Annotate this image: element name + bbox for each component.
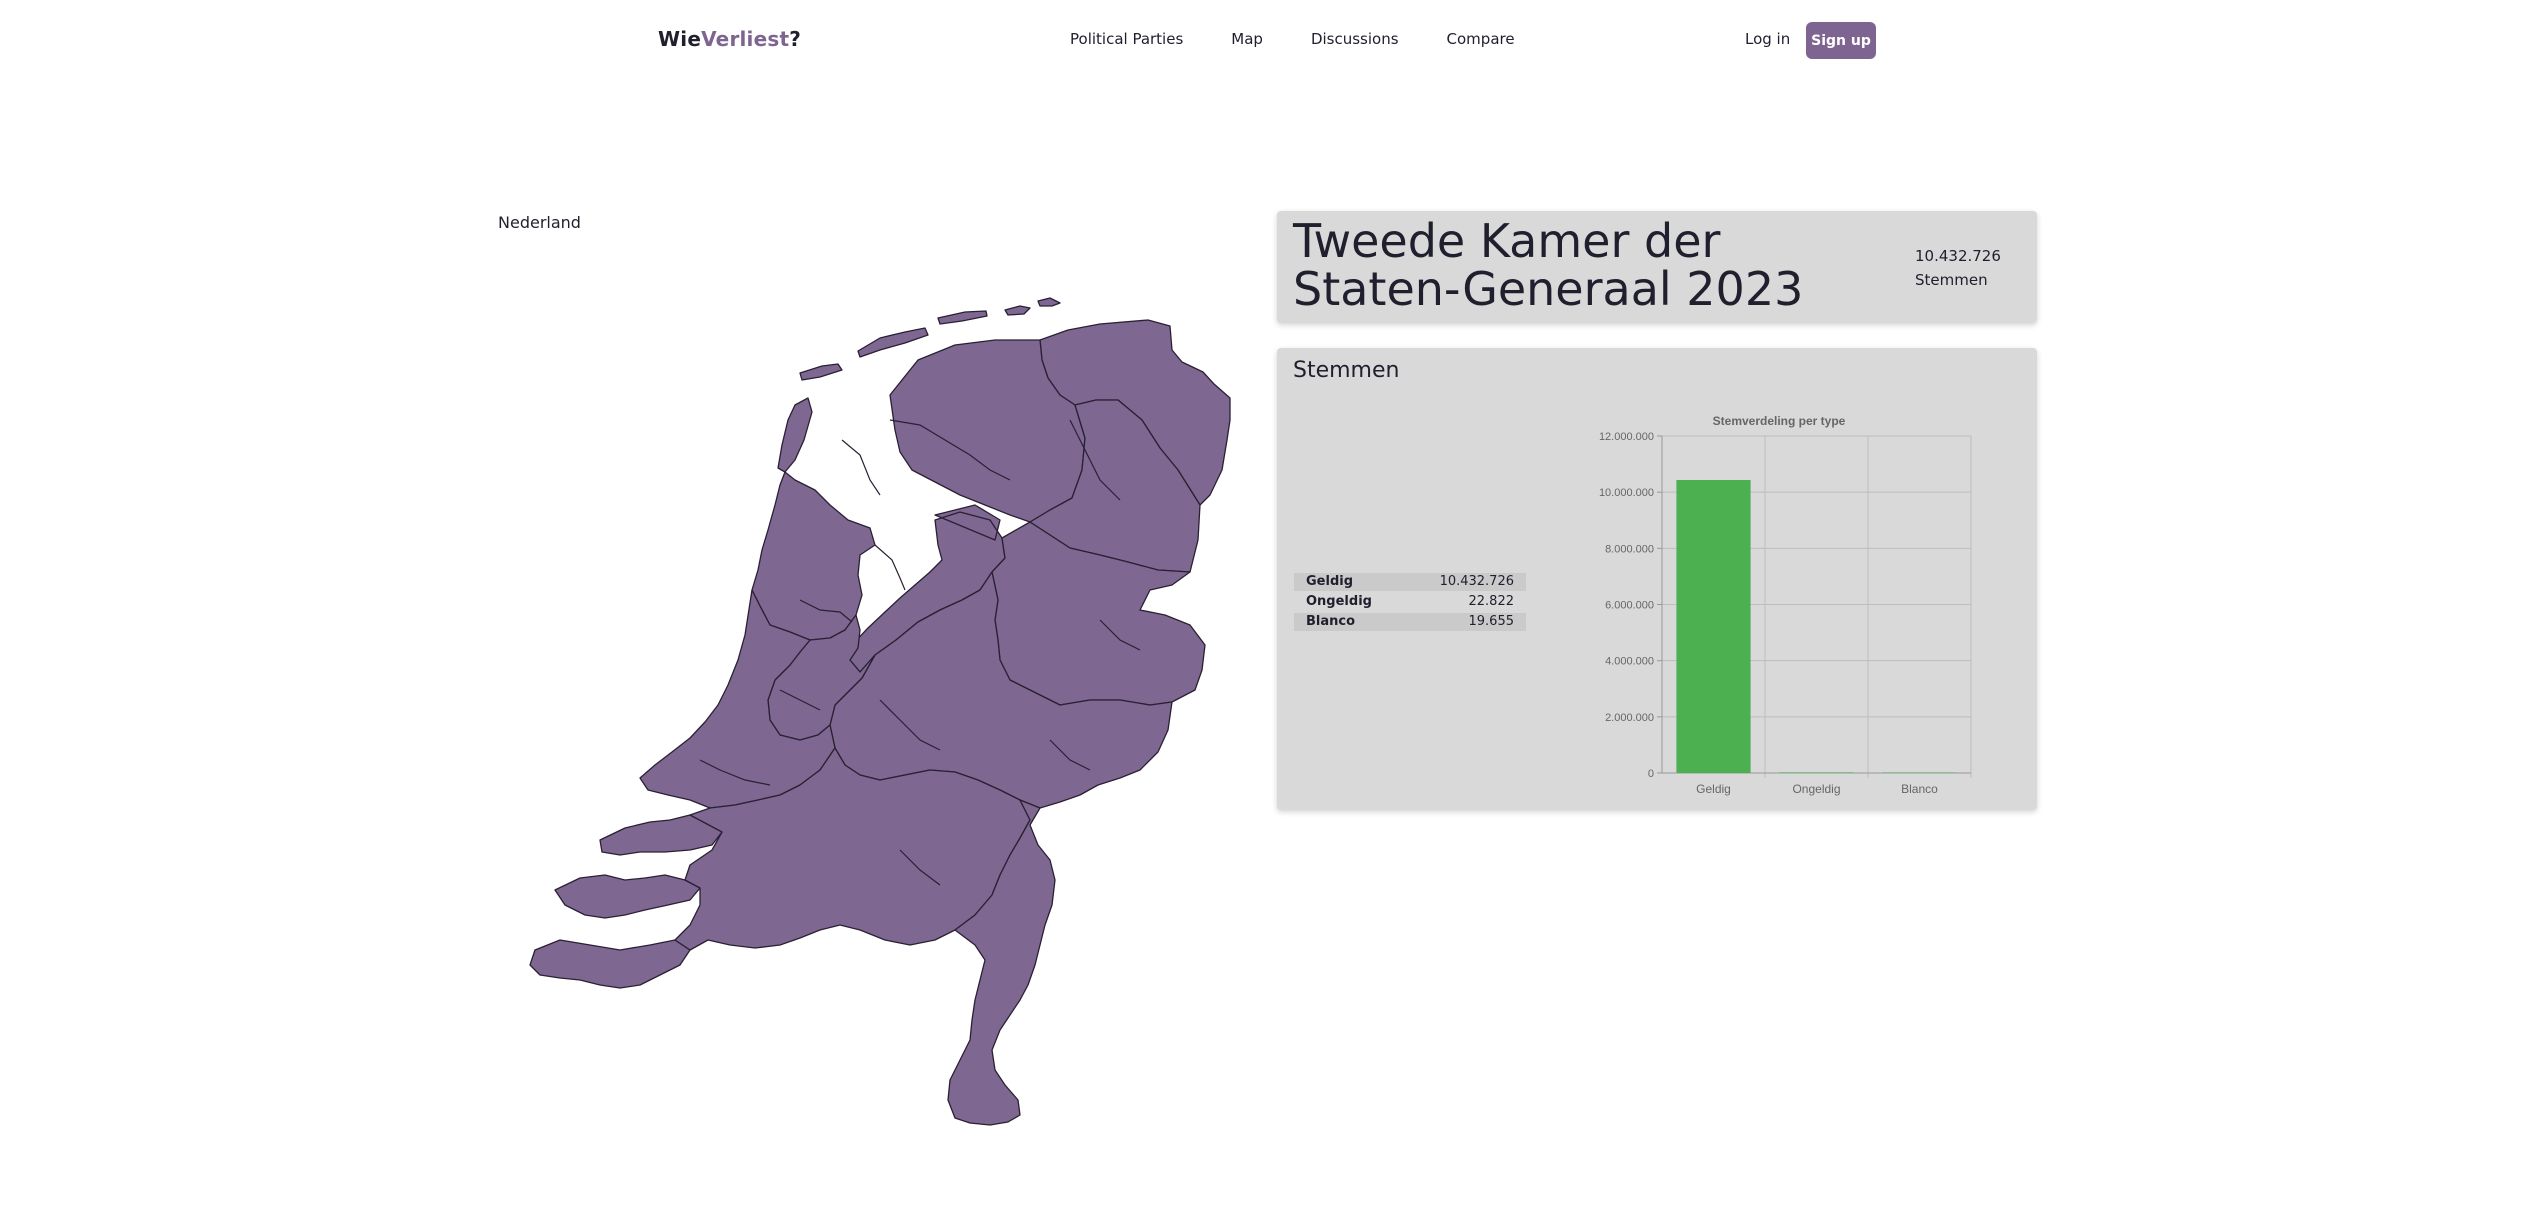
map-province-zeeland-middle[interactable] [554, 874, 701, 919]
map-island-ameland[interactable] [1004, 305, 1031, 316]
nav-compare[interactable]: Compare [1447, 30, 1515, 48]
election-title-card: Tweede Kamer der Staten-Generaal 2023 10… [1277, 211, 2037, 323]
chart-title: Stemverdeling per type [1713, 414, 1846, 428]
map-island-terschelling[interactable] [937, 310, 988, 325]
netherlands-map [529, 297, 1231, 1126]
map-island-schiermonnikoog[interactable] [1037, 297, 1061, 307]
votes-card: Stemmen Geldig 10.432.726 Ongeldig 22.82… [1277, 348, 2037, 810]
site-logo[interactable]: WieVerliest? [658, 27, 801, 51]
nav-discussions[interactable]: Discussions [1311, 30, 1399, 48]
nav-political-parties[interactable]: Political Parties [1070, 30, 1183, 48]
map-region-label: Nederland [498, 213, 581, 232]
chart-bars [1676, 480, 1957, 773]
chart-ytick-label: 6.000.000 [1605, 600, 1654, 612]
chart-bar-ongeldig [1779, 772, 1854, 773]
map-island-vlieland[interactable] [799, 363, 843, 381]
logo-wie: Wie [658, 27, 702, 51]
chart-ytick-label: 2.000.000 [1605, 712, 1654, 724]
election-title: Tweede Kamer der Staten-Generaal 2023 [1293, 214, 1804, 316]
logo-verliest: Verliest [701, 27, 790, 51]
chart-ytick-label: 0 [1648, 768, 1654, 780]
login-link[interactable]: Log in [1745, 30, 1790, 48]
map-island-texel[interactable] [777, 397, 813, 473]
nav-map[interactable]: Map [1231, 30, 1263, 48]
chart-xtick-label: Blanco [1901, 782, 1938, 796]
total-votes-count: 10.432.726 [1915, 247, 2001, 265]
chart-ytick-label: 4.000.000 [1605, 656, 1654, 668]
logo-question: ? [789, 27, 802, 51]
total-votes-label: Stemmen [1915, 271, 1988, 289]
chart-ytick-label: 10.000.000 [1599, 487, 1654, 499]
chart-x-axis: Geldig Ongeldig Blanco [1696, 782, 1938, 796]
chart-ytick-label: 12.000.000 [1599, 431, 1654, 443]
map-province-zeeland-south[interactable] [529, 939, 691, 989]
vote-distribution-chart: Stemverdeling per type 0 2.000.000 4.000.0… [1599, 414, 1972, 796]
nav-links: Political Parties Map Discussions Compar… [1070, 30, 1563, 48]
chart-xtick-label: Geldig [1696, 782, 1731, 796]
chart-ytick-label: 8.000.000 [1605, 543, 1654, 555]
chart-bar-geldig [1676, 480, 1751, 773]
map-island-texel-north[interactable] [857, 327, 929, 358]
chart-xtick-label: Ongeldig [1792, 782, 1840, 796]
navbar: WieVerliest? Political Parties Map Discu… [0, 0, 2531, 82]
signup-button[interactable]: Sign up [1806, 22, 1876, 59]
chart-y-axis: 0 2.000.000 4.000.000 6.000.000 8.000.000 10.… [1599, 431, 1654, 780]
chart-bar-blanco [1882, 772, 1957, 773]
